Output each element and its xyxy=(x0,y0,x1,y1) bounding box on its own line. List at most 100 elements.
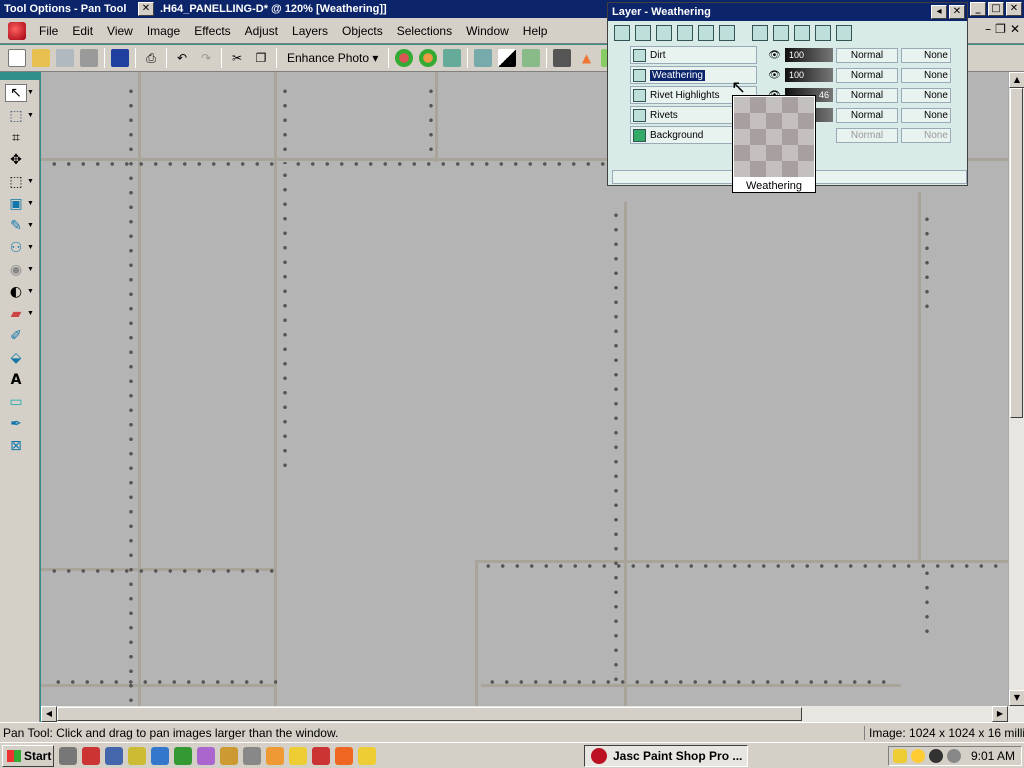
caret-icon[interactable]: ▼ xyxy=(27,222,34,229)
caret-icon[interactable]: ▼ xyxy=(27,244,34,251)
layer-row-background[interactable]: Background Normal None xyxy=(622,126,1024,144)
blend-mode-dropdown[interactable]: Normal xyxy=(836,67,898,83)
clone-brush-tool-icon[interactable]: ⚇ xyxy=(5,239,27,257)
close-icon[interactable]: ✕ xyxy=(1006,2,1022,16)
tray-icon[interactable] xyxy=(911,749,925,763)
mdi-restore-icon[interactable]: ❐ xyxy=(995,22,1006,36)
quicklaunch-icon[interactable] xyxy=(105,746,123,765)
text-tool-icon[interactable]: A xyxy=(5,371,27,389)
menu-layers[interactable]: Layers xyxy=(285,24,335,38)
merge-icon[interactable] xyxy=(815,25,831,41)
browse-icon[interactable] xyxy=(56,49,74,67)
mdi-close-icon[interactable]: ✕ xyxy=(1010,22,1020,36)
mask-dropdown[interactable]: None xyxy=(901,107,951,123)
tool-options-titlebar[interactable]: Tool Options - Pan Tool ✕ xyxy=(0,0,156,18)
sharpen-icon[interactable] xyxy=(474,49,493,67)
redo-icon[interactable]: ↷ xyxy=(197,49,215,67)
menu-help[interactable]: Help xyxy=(516,24,555,38)
start-button[interactable]: Start xyxy=(2,744,54,767)
print-icon[interactable]: ⎙ xyxy=(142,49,160,67)
layer-row-rivet-highlights[interactable]: Rivet Highlights 👁 46 Normal None xyxy=(622,86,1024,104)
new-vector-layer-icon[interactable] xyxy=(635,25,651,41)
close-icon[interactable]: ✕ xyxy=(138,2,154,16)
blend-mode-dropdown[interactable]: Normal xyxy=(836,127,898,143)
hue-icon[interactable] xyxy=(522,49,541,67)
delete-layer-icon[interactable] xyxy=(719,25,735,41)
scroll-left-icon[interactable]: ◀ xyxy=(41,706,57,722)
new-file-icon[interactable] xyxy=(8,49,26,67)
crop-tool-icon[interactable]: ⌗ xyxy=(5,129,27,147)
quicklaunch-icon[interactable] xyxy=(151,746,169,765)
taskbar-button-paint-shop-pro[interactable]: Jasc Paint Shop Pro ... xyxy=(584,745,748,767)
new-adjustment-layer-icon[interactable] xyxy=(677,25,693,41)
quicklaunch-icon[interactable] xyxy=(197,746,215,765)
triangle-icon[interactable]: ▲ xyxy=(577,49,595,67)
preset-shape-tool-icon[interactable]: ▭ xyxy=(5,393,27,411)
pen-tool-icon[interactable]: ✒ xyxy=(5,415,27,433)
menu-adjust[interactable]: Adjust xyxy=(238,24,285,38)
delete-mask-icon[interactable] xyxy=(794,25,810,41)
menu-file[interactable]: File xyxy=(32,24,65,38)
visibility-eye-icon[interactable]: 👁 xyxy=(767,50,782,61)
red-eye-icon[interactable] xyxy=(395,49,414,67)
menu-image[interactable]: Image xyxy=(140,24,187,38)
menu-view[interactable]: View xyxy=(100,24,140,38)
new-mask-layer-icon[interactable] xyxy=(656,25,672,41)
scan-icon[interactable] xyxy=(80,49,98,67)
horizontal-scrollbar[interactable]: ◀ ▶ xyxy=(41,706,1024,722)
mask-dropdown[interactable]: None xyxy=(901,127,951,143)
dodge-tool-icon[interactable]: ◉ xyxy=(5,261,27,279)
caret-icon[interactable]: ▼ xyxy=(27,310,34,317)
copy-icon[interactable]: ❐ xyxy=(252,49,270,67)
flood-fill-tool-icon[interactable]: ⬙ xyxy=(5,349,27,367)
tray-icon[interactable] xyxy=(947,749,961,763)
quicklaunch-icon[interactable] xyxy=(82,746,100,765)
minimize-icon[interactable]: _ xyxy=(970,2,986,16)
caret-icon[interactable]: ▼ xyxy=(27,89,34,96)
cut-icon[interactable]: ✂ xyxy=(228,49,246,67)
app-icon[interactable] xyxy=(8,21,26,40)
mdi-minimize-icon[interactable]: – xyxy=(985,22,991,36)
clock[interactable]: 9:01 AM xyxy=(971,749,1021,763)
quicklaunch-icon[interactable] xyxy=(289,746,307,765)
new-raster-layer-icon[interactable] xyxy=(614,25,630,41)
quicklaunch-icon[interactable] xyxy=(243,746,261,765)
caret-icon[interactable]: ▼ xyxy=(27,266,34,273)
duplicate-layer-icon[interactable] xyxy=(698,25,714,41)
close-icon[interactable]: ✕ xyxy=(949,5,965,19)
layer-properties-icon[interactable] xyxy=(752,25,768,41)
menu-objects[interactable]: Objects xyxy=(335,24,390,38)
visibility-eye-icon[interactable]: 👁 xyxy=(767,70,782,81)
blend-mode-dropdown[interactable]: Normal xyxy=(836,107,898,123)
marquee-tool-icon[interactable]: ⬚ xyxy=(5,173,27,191)
quicklaunch-icon[interactable] xyxy=(335,746,353,765)
scroll-right-icon[interactable]: ▶ xyxy=(992,706,1008,722)
object-selector-tool-icon[interactable]: ⊠ xyxy=(5,437,27,455)
menu-edit[interactable]: Edit xyxy=(65,24,100,38)
lighten-darken-tool-icon[interactable]: ◐ xyxy=(5,283,27,301)
quicklaunch-icon[interactable] xyxy=(59,746,77,765)
scroll-down-icon[interactable]: ▼ xyxy=(1009,690,1024,706)
blend-mode-dropdown[interactable]: Normal xyxy=(836,87,898,103)
quicklaunch-icon[interactable] xyxy=(128,746,146,765)
rollup-icon[interactable]: ◂ xyxy=(931,5,947,19)
open-folder-icon[interactable] xyxy=(32,49,50,67)
layer-row-rivets[interactable]: Rivets 👁 Normal None xyxy=(622,106,1024,124)
enhance-photo-button[interactable]: Enhance Photo ▾ xyxy=(283,51,382,65)
horizontal-scroll-thumb[interactable] xyxy=(57,707,802,721)
blend-mode-dropdown[interactable]: Normal xyxy=(836,47,898,63)
menu-selections[interactable]: Selections xyxy=(390,24,459,38)
caret-icon[interactable]: ▼ xyxy=(27,178,34,185)
save-icon[interactable] xyxy=(111,49,129,67)
quicklaunch-icon[interactable] xyxy=(266,746,284,765)
contrast-icon[interactable] xyxy=(498,49,517,67)
picture-frame-icon[interactable] xyxy=(443,49,462,67)
mask-dropdown[interactable]: None xyxy=(901,67,951,83)
tray-icon[interactable] xyxy=(893,749,907,763)
caret-icon[interactable]: ▼ xyxy=(27,200,34,207)
selection-tool-icon[interactable]: ⬚ xyxy=(5,107,27,125)
caret-icon[interactable]: ▼ xyxy=(27,112,34,119)
pointer-tool-icon[interactable]: ↖ xyxy=(5,84,27,102)
layer-row-weathering[interactable]: Weathering 👁 100 Normal None xyxy=(622,66,1024,84)
mask-dropdown[interactable]: None xyxy=(901,87,951,103)
